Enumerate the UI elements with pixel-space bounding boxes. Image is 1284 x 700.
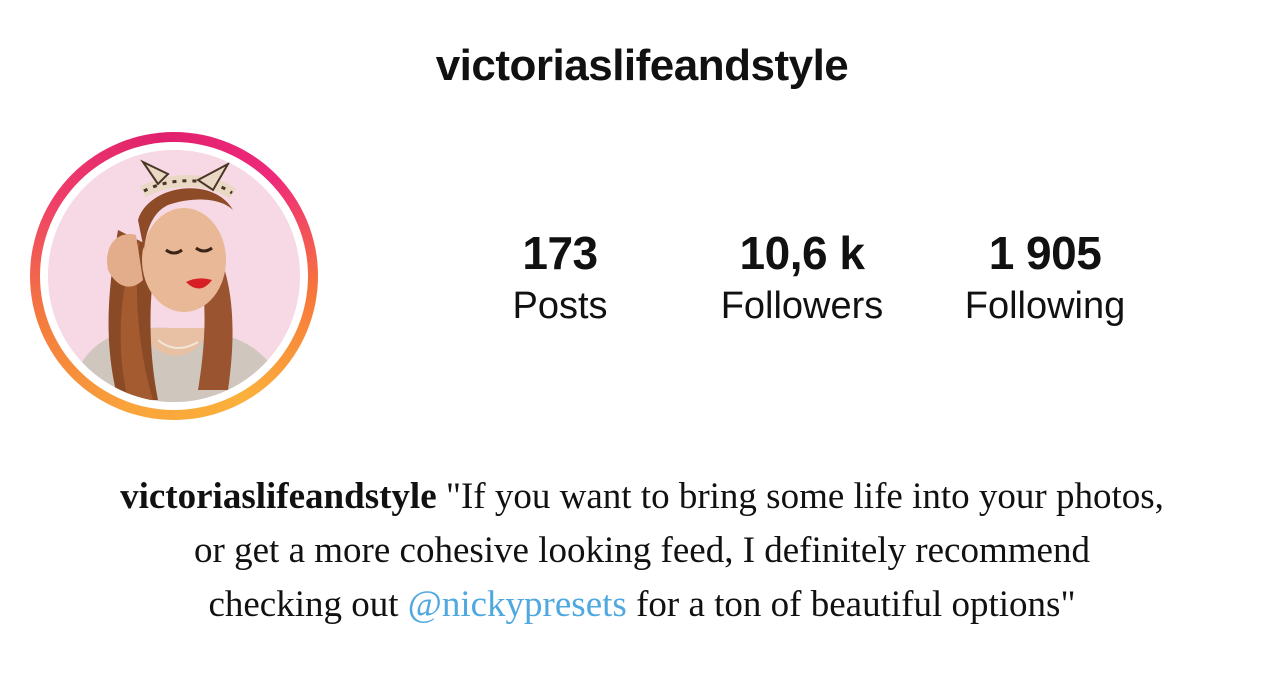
caption-text-3b: for a ton of beautiful options"	[626, 584, 1076, 625]
following-label: Following	[964, 285, 1126, 327]
stat-followers[interactable]: 10,6 k Followers	[702, 224, 902, 330]
post-caption: victoriaslifeandstyle "If you want to br…	[0, 470, 1284, 632]
caption-line-1: victoriaslifeandstyle "If you want to br…	[0, 470, 1284, 524]
caption-text-1: "If you want to bring some life into you…	[436, 476, 1164, 517]
stat-posts[interactable]: 173 Posts	[480, 224, 640, 330]
stat-following[interactable]: 1 905 Following	[940, 224, 1150, 330]
followers-count: 10,6 k	[739, 227, 865, 279]
caption-line-3: checking out @nickypresets for a ton of …	[0, 578, 1284, 632]
caption-username[interactable]: victoriaslifeandstyle	[120, 476, 437, 517]
profile-illustration-icon	[48, 150, 300, 402]
profile-avatar[interactable]	[30, 132, 318, 420]
followers-label: Followers	[720, 285, 884, 327]
avatar-ring-gap	[40, 142, 308, 410]
caption-mention-link[interactable]: @nickypresets	[408, 584, 627, 625]
profile-username-title: victoriaslifeandstyle	[435, 41, 849, 90]
caption-text-3a: checking out	[208, 584, 408, 625]
caption-line-2: or get a more cohesive looking feed, I d…	[194, 530, 1090, 571]
posts-count: 173	[522, 227, 598, 279]
profile-stats: 173 Posts 10,6 k Followers 1 905 Followi…	[440, 224, 1240, 344]
posts-label: Posts	[512, 285, 608, 327]
following-count: 1 905	[988, 227, 1102, 279]
